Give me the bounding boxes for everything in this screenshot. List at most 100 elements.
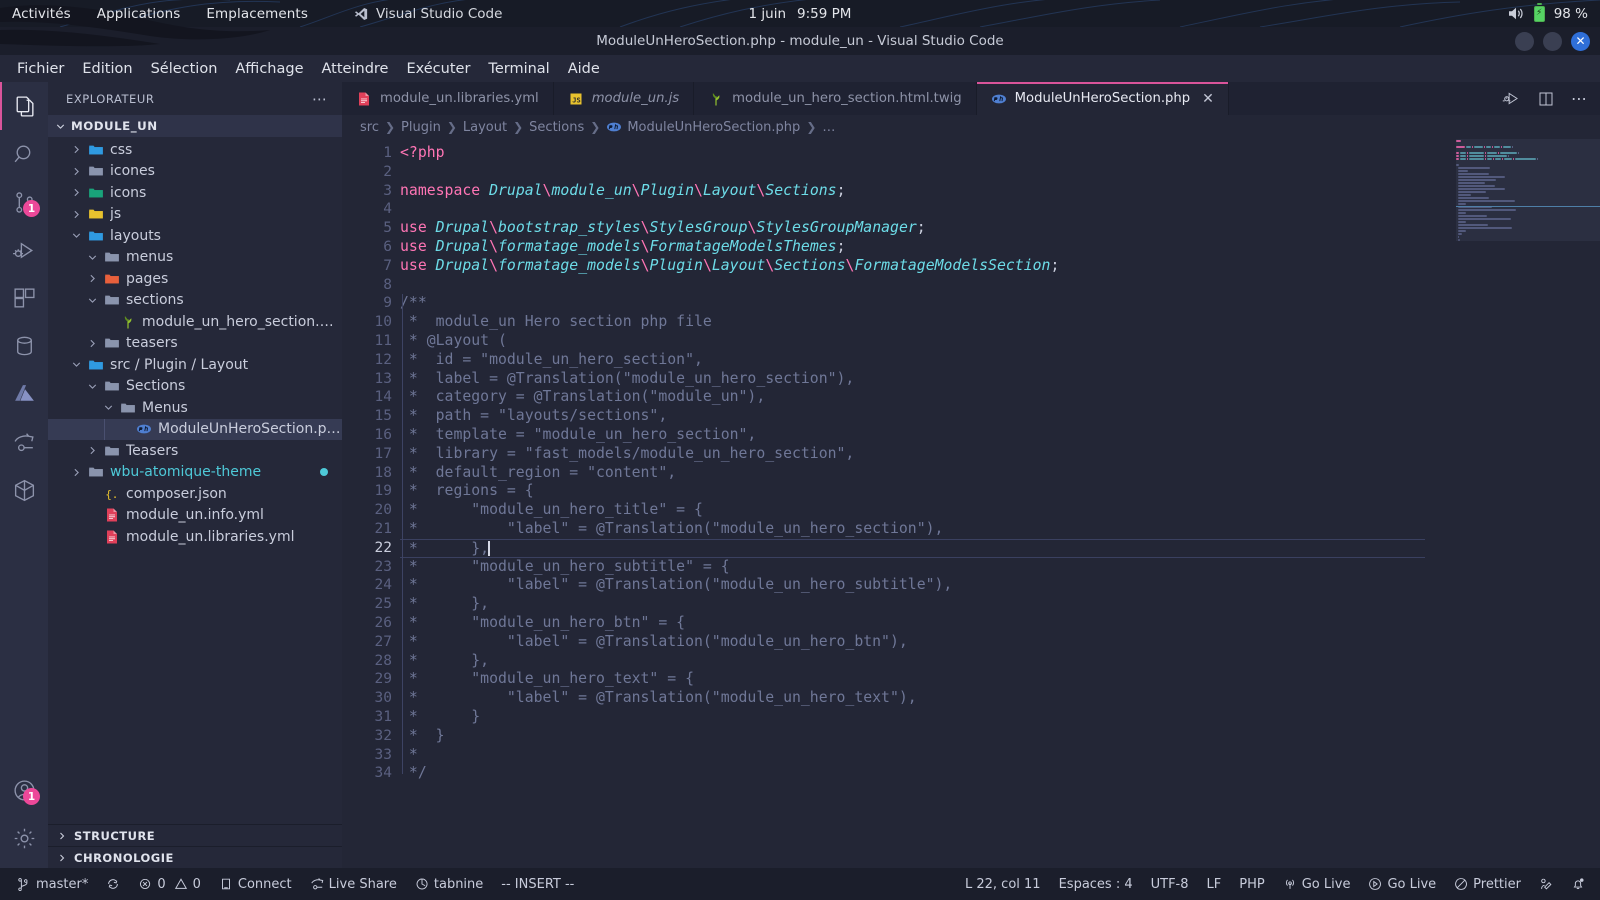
activitybar-run-debug-icon[interactable] <box>0 226 48 274</box>
tree-twisty[interactable] <box>70 229 83 242</box>
activitybar-settings-gear-icon[interactable] <box>0 814 48 862</box>
code-line[interactable]: * <box>400 746 1600 765</box>
status-feedback[interactable] <box>1530 868 1562 900</box>
activitybar-extensions-icon[interactable] <box>0 274 48 322</box>
minimize-icon[interactable] <box>1515 31 1534 51</box>
code-line[interactable]: * } <box>400 708 1600 727</box>
tree-twisty[interactable] <box>70 165 83 178</box>
code-line[interactable]: * id = "module_un_hero_section", <box>400 351 1600 370</box>
menu-executer[interactable]: Exécuter <box>397 58 479 80</box>
activitybar-azure-icon[interactable] <box>0 370 48 418</box>
run-and-debug-icon[interactable] <box>1502 89 1521 108</box>
gnome-clock[interactable]: 1 juin 9:59 PM <box>0 6 1600 22</box>
tree-folder-item[interactable]: src / Plugin / Layout <box>48 354 342 376</box>
tree-folder-item[interactable]: Menus <box>48 397 342 419</box>
code-line[interactable]: * category = @Translation("module_un"), <box>400 388 1600 407</box>
menu-terminal[interactable]: Terminal <box>479 58 558 80</box>
tree-twisty[interactable] <box>70 186 83 199</box>
code-line[interactable]: * @Layout ( <box>400 332 1600 351</box>
breadcrumb-item[interactable]: Layout <box>463 120 507 135</box>
menu-fichier[interactable]: Fichier <box>8 58 73 80</box>
code-line[interactable]: * }, <box>400 538 1425 558</box>
status-encoding[interactable]: UTF-8 <box>1142 868 1198 900</box>
code-line[interactable]: * label = @Translation("module_un_hero_s… <box>400 370 1600 389</box>
tree-folder-item[interactable]: pages <box>48 268 342 290</box>
tree-folder-item[interactable]: menus <box>48 247 342 269</box>
menu-edition[interactable]: Edition <box>73 58 141 80</box>
status-tabnine[interactable]: tabnine <box>406 868 492 900</box>
tree-twisty[interactable] <box>70 143 83 156</box>
close-icon[interactable]: ✕ <box>1571 31 1590 51</box>
code-line[interactable]: namespace Drupal\module_un\Plugin\Layout… <box>400 182 1600 201</box>
code-line[interactable]: * "module_un_hero_title" = { <box>400 501 1600 520</box>
status-vim-mode[interactable]: -- INSERT -- <box>492 868 583 900</box>
tree-twisty[interactable] <box>86 444 99 457</box>
tree-twisty[interactable] <box>86 251 99 264</box>
status-prettier[interactable]: Prettier <box>1445 868 1530 900</box>
tree-twisty[interactable] <box>86 509 99 522</box>
tree-twisty[interactable] <box>86 272 99 285</box>
tree-folder-item[interactable]: js <box>48 204 342 226</box>
status-bar[interactable]: master* 0 0 Connect Live Share tabnine -- INSE… <box>0 868 1600 900</box>
status-sync[interactable] <box>97 868 129 900</box>
breadcrumb-item[interactable]: ModuleUnHeroSection.php <box>606 119 800 135</box>
breadcrumb-item[interactable]: Sections <box>529 120 584 135</box>
tree-twisty[interactable] <box>102 401 115 414</box>
code-line[interactable]: * "label" = @Translation("module_un_hero… <box>400 520 1600 539</box>
activitybar-database-icon[interactable] <box>0 322 48 370</box>
tree-file-item[interactable]: {..} composer.json <box>48 483 342 505</box>
tree-folder-item[interactable]: Sections <box>48 376 342 398</box>
menu-atteindre[interactable]: Atteindre <box>313 58 398 80</box>
menu-aide[interactable]: Aide <box>559 58 609 80</box>
code-line[interactable]: <?php <box>400 144 1600 163</box>
tree-twisty[interactable] <box>70 466 83 479</box>
editor-scrollbar[interactable] <box>1586 139 1600 868</box>
tree-folder-item[interactable]: Teasers <box>48 440 342 462</box>
code-line[interactable]: * "label" = @Translation("module_un_hero… <box>400 633 1600 652</box>
status-problems[interactable]: 00 <box>129 868 210 900</box>
activitybar-search-icon[interactable] <box>0 130 48 178</box>
menu-bar[interactable]: Fichier Edition Sélection Affichage Atte… <box>0 55 1600 82</box>
tree-twisty[interactable] <box>86 487 99 500</box>
breadcrumb-item[interactable]: src <box>360 120 379 135</box>
activitybar-explorer-icon[interactable] <box>0 82 48 130</box>
activity-bar[interactable]: 1 1 <box>0 82 48 868</box>
tree-twisty[interactable] <box>70 358 83 371</box>
activitybar-source-control-icon[interactable]: 1 <box>0 178 48 226</box>
split-editor-icon[interactable] <box>1537 90 1555 108</box>
tree-twisty[interactable] <box>86 530 99 543</box>
minimap[interactable] <box>1456 139 1600 868</box>
tree-file-item[interactable]: ModuleUnHeroSection.php <box>48 418 342 440</box>
code-line[interactable]: use Drupal\bootstrap_styles\StylesGroup\… <box>400 219 1600 238</box>
menu-selection[interactable]: Sélection <box>142 58 227 80</box>
code-line[interactable]: use Drupal\formatage_models\FormatageMod… <box>400 238 1600 257</box>
tree-folder-item[interactable]: teasers <box>48 333 342 355</box>
code-line[interactable]: * } <box>400 727 1600 746</box>
status-connect[interactable]: Connect <box>210 868 301 900</box>
file-tree[interactable]: css icones icons js layouts menus pages section… <box>48 137 342 824</box>
tree-twisty[interactable] <box>118 423 131 436</box>
panel-structure[interactable]: STRUCTURE <box>48 824 342 846</box>
status-indentation[interactable]: Espaces : 4 <box>1050 868 1142 900</box>
activitybar-account-icon[interactable]: 1 <box>0 766 48 814</box>
maximize-icon[interactable] <box>1543 31 1562 51</box>
code-line[interactable]: * module_un Hero section php file <box>400 313 1600 332</box>
status-cursor-position[interactable]: L 22, col 11 <box>956 868 1050 900</box>
code-line[interactable]: * path = "layouts/sections", <box>400 407 1600 426</box>
code-line[interactable] <box>400 276 1600 295</box>
explorer-root-folder[interactable]: MODULE_UN <box>48 115 342 137</box>
breadcrumb-item[interactable]: Plugin <box>401 120 441 135</box>
panel-chronologie[interactable]: CHRONOLOGIE <box>48 846 342 868</box>
code-line[interactable]: * "label" = @Translation("module_un_hero… <box>400 576 1600 595</box>
code-content[interactable]: <?php namespace Drupal\module_un\Plugin\L… <box>400 139 1600 783</box>
editor-tab[interactable]: JS module_un.js <box>553 82 695 115</box>
editor-tab[interactable]: ModuleUnHeroSection.php ✕ <box>976 82 1229 115</box>
tree-folder-item[interactable]: icons <box>48 182 342 204</box>
status-notifications[interactable] <box>1562 868 1594 900</box>
code-line[interactable] <box>400 200 1600 219</box>
activitybar-live-share-icon[interactable] <box>0 418 48 466</box>
code-line[interactable]: * "label" = @Translation("module_un_hero… <box>400 689 1600 708</box>
status-go-live-1[interactable]: Go Live <box>1274 868 1360 900</box>
tree-twisty[interactable] <box>86 380 99 393</box>
code-line[interactable] <box>400 163 1600 182</box>
